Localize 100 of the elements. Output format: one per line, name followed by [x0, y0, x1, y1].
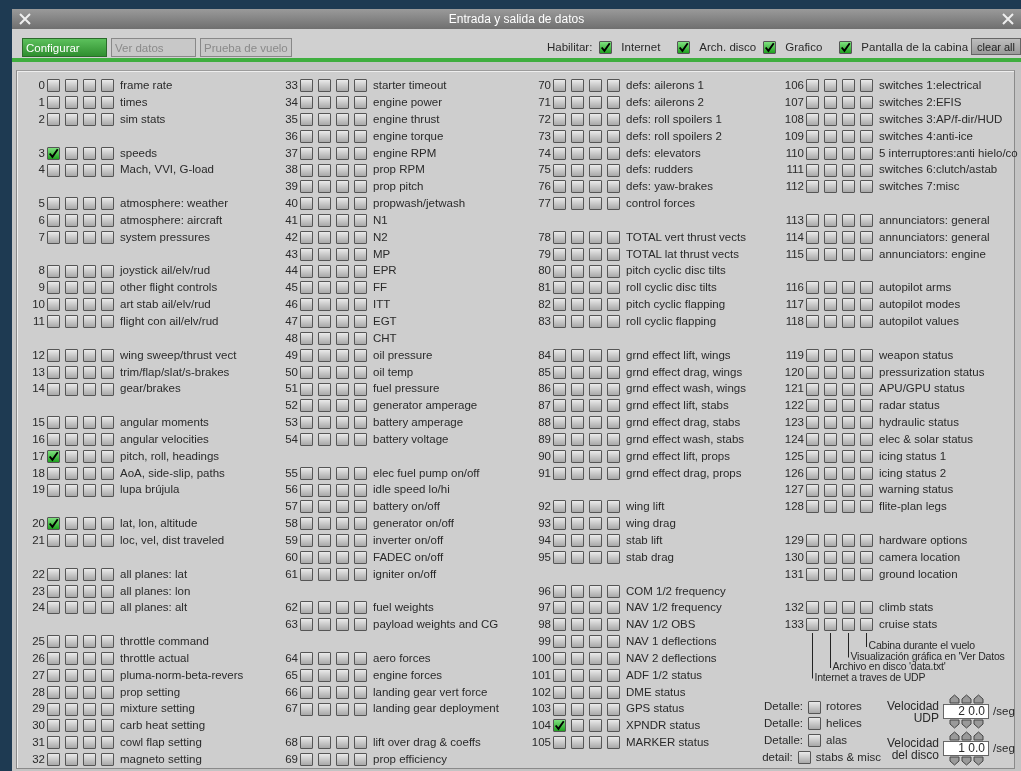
row-number: 118 — [784, 314, 804, 329]
rate-field[interactable]: 2 0.0 — [943, 704, 990, 719]
row-number: 86 — [537, 381, 551, 397]
row-number: 13 — [31, 364, 45, 380]
data-label: oil temp — [373, 364, 414, 380]
row-number: 34 — [284, 95, 298, 111]
data-label: camera location — [879, 549, 961, 565]
row-number: 98 — [537, 617, 551, 633]
rate-field[interactable]: 1 0.0 — [943, 741, 990, 756]
data-label: GPS status — [626, 701, 685, 717]
decrement-button[interactable] — [960, 719, 972, 729]
row-number: 131 — [783, 566, 804, 582]
row-number: 22 — [31, 566, 45, 582]
decrement-button[interactable] — [960, 756, 972, 766]
close-button[interactable] — [18, 11, 32, 26]
data-label: carb heat setting — [120, 718, 206, 734]
data-label: times — [120, 95, 148, 111]
row-number: 19 — [31, 482, 45, 498]
row-number: 82 — [537, 297, 551, 313]
data-label: other flight controls — [120, 280, 218, 296]
row-number: 122 — [783, 398, 804, 414]
data-label: grnd effect lift, wings — [626, 347, 731, 363]
data-label: generator amperage — [373, 398, 478, 414]
row-number: 51 — [284, 381, 298, 397]
row-number: 70 — [537, 78, 551, 94]
data-label: all planes: lat — [120, 566, 188, 582]
data-label: TOTAL vert thrust vects — [626, 229, 746, 245]
row-number: 97 — [537, 600, 551, 616]
data-label: lat, lon, altitude — [120, 516, 198, 532]
data-label: oil pressure — [373, 347, 433, 363]
decrement-button[interactable] — [972, 719, 984, 729]
row-number: 42 — [284, 229, 298, 245]
data-label: icing status 1 — [879, 448, 947, 464]
row-number: 65 — [284, 667, 298, 683]
data-label: stab drag — [626, 549, 674, 565]
data-label: MP — [373, 246, 391, 262]
increment-button[interactable] — [948, 731, 960, 741]
row-number: 40 — [284, 196, 298, 212]
data-label: NAV 1 deflections — [626, 634, 717, 650]
checkbox-label: Arch. disco — [699, 40, 757, 56]
detail-label: alas — [826, 733, 848, 749]
row-number: 95 — [537, 549, 551, 565]
row-number: 116 — [784, 280, 804, 296]
rate-label: Velocidad — [887, 699, 940, 712]
data-label: system pressures — [120, 229, 211, 245]
row-number: 106 — [783, 78, 804, 94]
data-label: atmosphere: aircraft — [120, 212, 223, 228]
row-number: 81 — [537, 280, 551, 296]
data-label: sim stats — [120, 111, 166, 127]
increment-button[interactable] — [948, 694, 960, 704]
data-label: NAV 1/2 frequency — [626, 600, 722, 616]
row-number: 129 — [783, 533, 804, 548]
data-label: flight con ail/elv/rud — [120, 314, 219, 329]
row-number: 38 — [284, 162, 298, 178]
increment-button[interactable] — [972, 694, 984, 704]
data-label: switches 7:misc — [879, 179, 960, 195]
unit-label: /seg — [993, 703, 1015, 719]
row-number: 37 — [284, 145, 298, 161]
data-label: defs: elevators — [626, 145, 701, 161]
row-number: 32 — [31, 751, 45, 767]
data-label: aero forces — [373, 650, 431, 666]
detail-prefix: detail: — [761, 749, 793, 765]
data-label: COM 1/2 frequency — [626, 583, 726, 599]
increment-button[interactable] — [972, 731, 984, 741]
data-label: pitch cyclic flapping — [626, 297, 726, 313]
data-label: switches 4:anti-ice — [879, 128, 973, 144]
data-label: switches 3:AP/f-dir/HUD — [879, 111, 1003, 127]
row-number: 60 — [284, 549, 298, 565]
close-button[interactable] — [1001, 11, 1015, 26]
row-number: 53 — [284, 415, 298, 431]
row-number: 88 — [537, 415, 551, 431]
data-label: autopilot modes — [879, 297, 961, 313]
data-label: annunciators: engine — [879, 246, 986, 262]
row-number: 29 — [31, 701, 45, 717]
row-number: 18 — [31, 465, 45, 481]
detail-prefix: Detalle: — [763, 716, 803, 732]
row-number: 90 — [537, 448, 551, 464]
increment-button[interactable] — [960, 694, 972, 704]
row-number: 79 — [537, 246, 551, 262]
clear-all-button[interactable]: clear all — [971, 38, 1021, 56]
row-number: 35 — [284, 111, 298, 127]
data-label: throttle command — [120, 634, 209, 650]
data-label: stab lift — [626, 533, 663, 548]
data-label: wing drag — [626, 516, 676, 532]
data-label: flite-plan legs — [879, 499, 947, 515]
decrement-button[interactable] — [972, 756, 984, 766]
decrement-button[interactable] — [948, 719, 960, 729]
row-number: 64 — [284, 650, 298, 666]
data-label: generator on/off — [373, 516, 454, 532]
row-number: 24 — [31, 600, 45, 616]
data-label: prop pitch — [373, 179, 424, 195]
increment-button[interactable] — [960, 731, 972, 741]
row-number: 111 — [785, 162, 804, 178]
data-label: atmosphere: weather — [120, 196, 229, 212]
row-number: 30 — [31, 718, 45, 734]
row-number: 94 — [537, 533, 551, 548]
data-label: engine thrust — [373, 111, 440, 127]
decrement-button[interactable] — [948, 756, 960, 766]
data-label: lupa brújula — [120, 482, 180, 498]
data-label: cruise stats — [879, 617, 938, 633]
